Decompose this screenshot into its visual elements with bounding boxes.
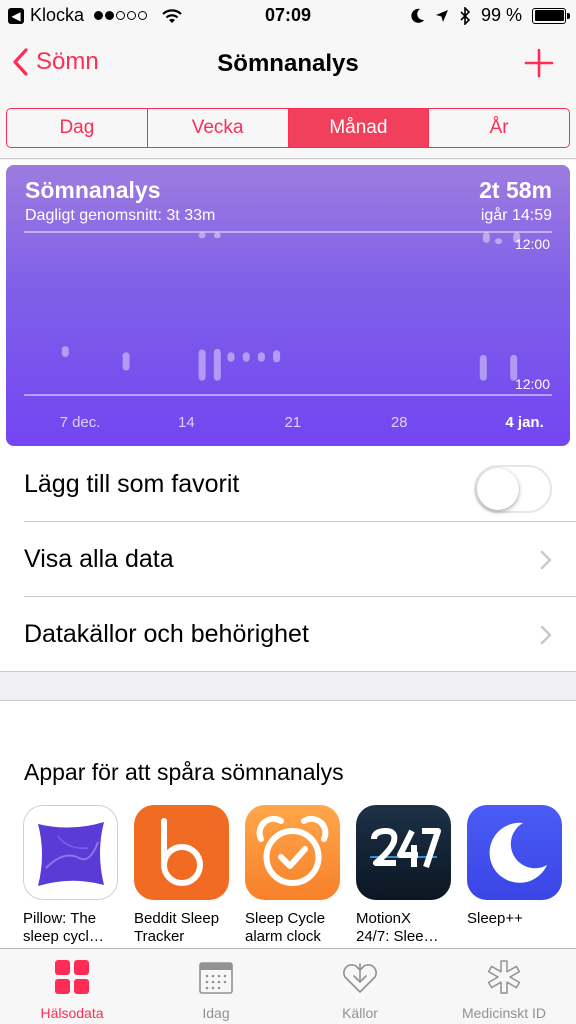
tab-health-data[interactable]: Hälsodata bbox=[0, 949, 144, 1024]
chart-x-tick-label: 4 jan. bbox=[505, 414, 543, 431]
app-beddit[interactable]: Beddit Sleep Tracker bbox=[134, 805, 229, 946]
segment-month[interactable]: Månad bbox=[288, 109, 430, 147]
chart-subtitle: Dagligt genomsnitt: 3t 33m bbox=[25, 207, 216, 224]
chart-sleep-bar bbox=[482, 232, 490, 243]
status-bar: ◀ Klocka 07:09 99 % bbox=[0, 0, 576, 34]
tab-today[interactable]: Idag bbox=[144, 949, 288, 1024]
tab-sources[interactable]: Källor bbox=[288, 949, 432, 1024]
chart-sleep-bar bbox=[213, 348, 221, 381]
tab-label: Hälsodata bbox=[40, 1005, 104, 1021]
chart-sleep-bar bbox=[513, 232, 521, 243]
tab-label: Källor bbox=[342, 1005, 378, 1021]
segment-bar: Dag Vecka Månad År bbox=[0, 96, 576, 159]
sleep-apps-section: Appar för att spåra sömnanalys Pillow: T… bbox=[0, 700, 576, 948]
divider bbox=[0, 671, 576, 672]
chart-latest-value: 2t 58m bbox=[479, 177, 552, 203]
sleep-cycle-app-icon bbox=[245, 805, 340, 900]
chart-x-tick-label: 21 bbox=[284, 414, 301, 431]
tab-medical-id[interactable]: Medicinskt ID bbox=[432, 949, 576, 1024]
favorite-row: Lägg till som favorit bbox=[0, 447, 576, 522]
bluetooth-icon bbox=[460, 6, 471, 25]
segment-week[interactable]: Vecka bbox=[148, 109, 289, 147]
tab-label: Idag bbox=[202, 1005, 230, 1021]
chart-sleep-bar bbox=[213, 232, 221, 239]
health-data-grid-icon bbox=[55, 960, 89, 994]
chart-sleep-bar bbox=[242, 352, 250, 362]
chart-sleep-bar bbox=[479, 354, 487, 381]
chart-title: Sömnanalys bbox=[25, 177, 161, 203]
app-name: Pillow: The sleep cycl… bbox=[23, 910, 104, 945]
chart-sleep-bar bbox=[510, 354, 518, 381]
chart-sleep-bar bbox=[198, 349, 206, 381]
chart-sleep-bar bbox=[198, 232, 206, 239]
medical-star-icon bbox=[487, 960, 521, 994]
app-name: Sleep Cycle alarm clock bbox=[245, 910, 326, 945]
navigation-bar: Sömn Sömnanalys bbox=[0, 34, 576, 96]
battery-percent: 99 % bbox=[480, 5, 522, 25]
app-name: Sleep++ bbox=[467, 910, 523, 927]
chart-sleep-bar bbox=[227, 352, 235, 362]
content-area: 12:00 12:00 7 dec. 14 21 28 4 jan. Sömnanalys … bbox=[0, 160, 576, 672]
calendar-icon bbox=[199, 962, 233, 994]
chart-sleep-bar bbox=[257, 352, 265, 362]
chart-sleep-bar bbox=[495, 238, 502, 245]
chart-sleep-bar bbox=[273, 350, 281, 363]
chart-x-tick-label: 14 bbox=[178, 414, 195, 431]
chart-y-tick-label: 12:00 bbox=[515, 376, 550, 392]
app-motionx[interactable]: MotionX 24/7: Slee… bbox=[356, 805, 451, 946]
motionx-app-icon bbox=[356, 805, 451, 900]
app-name: MotionX 24/7: Slee… bbox=[356, 910, 439, 945]
heart-download-icon bbox=[343, 963, 377, 993]
segment-year[interactable]: År bbox=[429, 109, 569, 147]
location-icon bbox=[435, 9, 448, 22]
sources-access-row[interactable]: Datakällor och behörighet bbox=[0, 597, 576, 672]
add-icon[interactable] bbox=[524, 48, 554, 78]
period-segmented-control: Dag Vecka Månad År bbox=[6, 108, 570, 148]
chart-latest-date: igår 14:59 bbox=[480, 207, 552, 224]
chart-x-tick-label: 7 dec. bbox=[60, 414, 101, 431]
app-sleep-plus-plus[interactable]: Sleep++ bbox=[467, 805, 562, 946]
favorite-label: Lägg till som favorit bbox=[24, 470, 240, 498]
app-sleep-cycle[interactable]: Sleep Cycle alarm clock bbox=[245, 805, 340, 946]
app-name: Beddit Sleep Tracker bbox=[134, 910, 220, 945]
apps-section-title: Appar för att spåra sömnanalys bbox=[24, 759, 344, 785]
beddit-app-icon bbox=[134, 805, 229, 900]
sleep-plus-plus-app-icon bbox=[467, 805, 562, 900]
chart-sleep-bar bbox=[61, 346, 69, 357]
show-all-data-row[interactable]: Visa alla data bbox=[0, 522, 576, 597]
segment-day[interactable]: Dag bbox=[7, 109, 148, 147]
pillow-app-icon bbox=[23, 805, 118, 900]
sources-access-label: Datakällor och behörighet bbox=[24, 620, 309, 648]
do-not-disturb-icon bbox=[411, 8, 424, 23]
app-pillow[interactable]: Pillow: The sleep cycl… bbox=[23, 805, 118, 946]
chart-sleep-bar bbox=[122, 352, 130, 371]
chevron-right-icon bbox=[540, 625, 552, 645]
chevron-right-icon bbox=[540, 550, 552, 570]
chart-y-tick-label: 12:00 bbox=[515, 236, 550, 252]
show-all-data-label: Visa alla data bbox=[24, 545, 174, 573]
tab-label: Medicinskt ID bbox=[461, 1005, 547, 1021]
sleep-chart-card[interactable]: 12:00 12:00 7 dec. 14 21 28 4 jan. Sömnanalys … bbox=[6, 165, 570, 446]
page-title: Sömnanalys bbox=[217, 50, 359, 77]
favorite-toggle[interactable] bbox=[474, 465, 552, 513]
chart-x-tick-label: 28 bbox=[391, 414, 408, 431]
apps-row: Pillow: The sleep cycl… Beddit Sleep Tra… bbox=[23, 805, 562, 946]
battery-icon bbox=[532, 7, 570, 24]
tab-bar: Hälsodata Idag Källor Medicinskt ID bbox=[0, 948, 576, 1024]
